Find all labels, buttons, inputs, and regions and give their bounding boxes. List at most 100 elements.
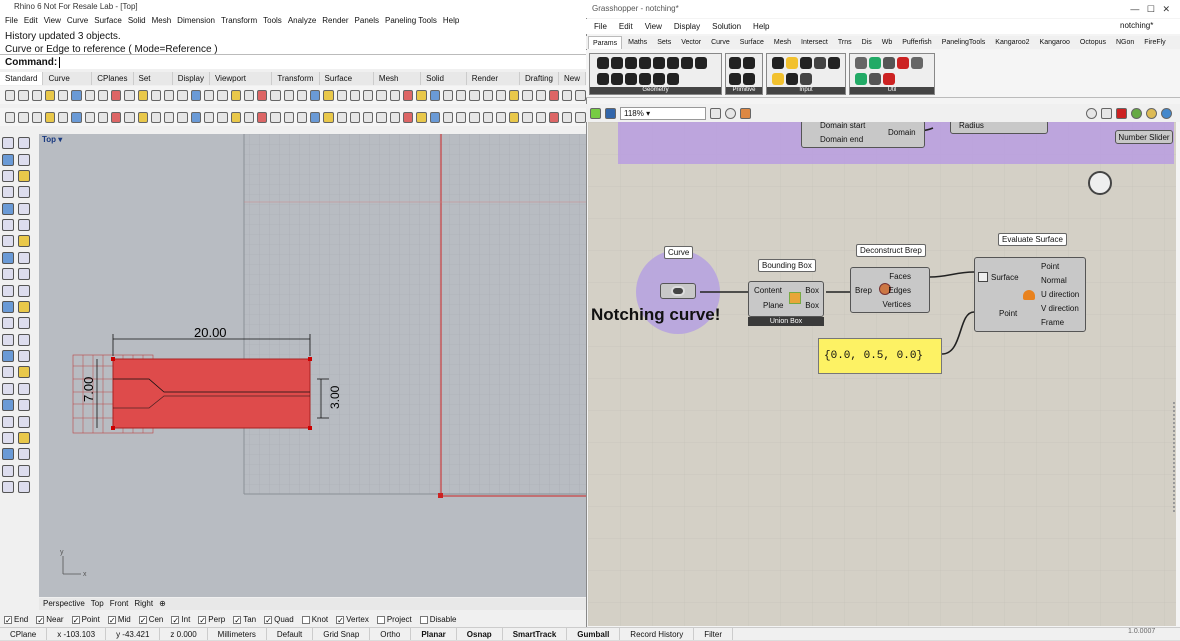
gh-tab-pufferfish[interactable]: Pufferfish xyxy=(898,36,935,49)
toolbar-tool-icon[interactable] xyxy=(442,111,454,123)
tab-drafting[interactable]: Drafting xyxy=(520,72,559,85)
rhino-menu-tools[interactable]: Tools xyxy=(263,14,282,27)
left-tool-icon[interactable] xyxy=(18,219,30,232)
gh-component-icon[interactable] xyxy=(667,73,679,85)
gh-component-icon[interactable] xyxy=(695,57,707,69)
gh-component-icon[interactable] xyxy=(729,57,741,69)
toolbar-tool-icon[interactable] xyxy=(217,111,228,123)
status-13[interactable]: Filter xyxy=(694,628,733,640)
left-tool-icon[interactable] xyxy=(18,284,30,297)
toolbar-tool-icon[interactable] xyxy=(402,89,414,101)
gh-component-icon[interactable] xyxy=(855,57,867,69)
toolbar-tool-icon[interactable] xyxy=(97,89,109,101)
gh-tab-params[interactable]: Params xyxy=(588,36,623,49)
gh-component-icon[interactable] xyxy=(897,57,909,69)
osnap-checkbox[interactable] xyxy=(138,614,147,627)
gh-component-icon[interactable] xyxy=(800,57,812,69)
gh-tab-sets[interactable]: Sets xyxy=(653,36,675,49)
toolbar-tool-icon[interactable] xyxy=(283,89,294,101)
gh-component-icon[interactable] xyxy=(869,57,881,69)
toolbar-tool-icon[interactable] xyxy=(310,111,321,123)
toolbar-tool-icon[interactable] xyxy=(363,89,374,101)
toolbar-tool-icon[interactable] xyxy=(548,89,560,101)
left-tool-icon[interactable] xyxy=(2,284,14,297)
toolbar-tool-icon[interactable] xyxy=(177,111,188,123)
gh-component-icon[interactable] xyxy=(653,73,665,85)
toolbar-tool-icon[interactable] xyxy=(509,111,520,123)
toolbar-tool-icon[interactable] xyxy=(389,111,400,123)
gh-component-icon[interactable] xyxy=(653,57,665,69)
gh-component-icon[interactable] xyxy=(625,73,637,85)
osnap-checkbox[interactable] xyxy=(71,614,80,627)
osnap-near[interactable]: Near xyxy=(36,613,64,627)
gh-tab-ngon[interactable]: NGon xyxy=(1112,36,1138,49)
radius-node[interactable]: Radius xyxy=(950,122,1048,134)
osnap-checkbox[interactable] xyxy=(171,614,180,627)
toolbar-tool-icon[interactable] xyxy=(84,111,95,123)
gh-component-icon[interactable] xyxy=(611,57,623,69)
rhino-menu-edit[interactable]: Edit xyxy=(24,14,38,27)
tab-solid-tools[interactable]: Solid Tools xyxy=(421,72,467,96)
tab-viewport-layout[interactable]: Viewport Layout xyxy=(210,72,273,96)
toolbar-tool-icon[interactable] xyxy=(44,89,56,101)
toolbar-tool-icon[interactable] xyxy=(522,111,533,123)
left-tool-icon[interactable] xyxy=(18,448,30,461)
tab-new[interactable]: New xyxy=(559,72,586,85)
toolbar-tool-icon[interactable] xyxy=(203,89,215,101)
left-tool-icon[interactable] xyxy=(2,333,14,346)
viewport-tab-top[interactable]: Top xyxy=(91,598,104,610)
left-tool-icon[interactable] xyxy=(18,350,30,363)
gh-component-icon[interactable] xyxy=(786,73,798,85)
toolbar-tool-icon[interactable] xyxy=(349,89,361,101)
sketch-icon[interactable] xyxy=(740,107,751,119)
point-panel[interactable]: {0.0, 0.5, 0.0} xyxy=(818,338,942,374)
tab-standard[interactable]: Standard xyxy=(0,72,44,85)
left-tool-icon[interactable] xyxy=(2,481,14,494)
gh-component-icon[interactable] xyxy=(611,73,623,85)
left-tool-icon[interactable] xyxy=(18,300,30,313)
tab-surface-tools[interactable]: Surface Tools xyxy=(320,72,374,96)
toolbar-tool-icon[interactable] xyxy=(456,89,467,101)
toolbar-tool-icon[interactable] xyxy=(124,111,135,123)
rhino-menu-dimension[interactable]: Dimension xyxy=(177,14,215,27)
toolbar-tool-icon[interactable] xyxy=(336,111,347,123)
left-tool-icon[interactable] xyxy=(18,382,30,395)
left-tool-icon[interactable] xyxy=(2,431,14,444)
toolbar-tool-icon[interactable] xyxy=(336,89,347,101)
rhino-menu-paneling-tools[interactable]: Paneling Tools xyxy=(385,14,437,27)
left-tool-icon[interactable] xyxy=(2,300,14,313)
gh-tab-kangaroo[interactable]: Kangaroo xyxy=(1036,36,1074,49)
toolbar-tool-icon[interactable] xyxy=(150,89,162,101)
left-tool-icon[interactable] xyxy=(18,153,30,166)
top-viewport[interactable]: 20.00 7.00 3.00 y x xyxy=(39,134,586,597)
toolbar-tool-icon[interactable] xyxy=(230,111,241,123)
left-tool-icon[interactable] xyxy=(2,415,14,428)
gh-menu-file[interactable]: File xyxy=(594,19,607,34)
left-tool-icon[interactable] xyxy=(2,317,14,330)
toolbar-tool-icon[interactable] xyxy=(257,89,268,101)
toolbar-tool-icon[interactable] xyxy=(270,89,281,101)
toolbar-tool-icon[interactable] xyxy=(522,89,533,101)
toolbar-tool-icon[interactable] xyxy=(5,89,16,101)
toolbar-tool-icon[interactable] xyxy=(150,111,162,123)
gh-tab-octopus[interactable]: Octopus xyxy=(1076,36,1110,49)
left-tool-icon[interactable] xyxy=(2,464,14,477)
osnap-mid[interactable]: Mid xyxy=(107,613,131,627)
canvas-widget-circle[interactable] xyxy=(1088,171,1112,195)
toolbar-tool-icon[interactable] xyxy=(270,111,281,123)
toolbar-tool-icon[interactable] xyxy=(575,111,586,123)
osnap-checkbox[interactable] xyxy=(198,614,207,627)
toolbar-tool-icon[interactable] xyxy=(469,89,480,101)
open-file-icon[interactable] xyxy=(590,107,601,119)
gh-component-icon[interactable] xyxy=(597,73,609,85)
gh-menu-display[interactable]: Display xyxy=(674,19,700,34)
toolbar-tool-icon[interactable] xyxy=(575,89,586,101)
left-tool-icon[interactable] xyxy=(18,202,30,215)
left-tool-icon[interactable] xyxy=(2,219,14,232)
left-tool-icon[interactable] xyxy=(2,366,14,379)
tab-cplanes[interactable]: CPlanes xyxy=(92,72,134,85)
toolbar-tool-icon[interactable] xyxy=(230,89,241,101)
gh-component-icon[interactable] xyxy=(800,73,812,85)
gh-tab-surface[interactable]: Surface xyxy=(736,36,768,49)
osnap-checkbox[interactable] xyxy=(301,615,310,624)
